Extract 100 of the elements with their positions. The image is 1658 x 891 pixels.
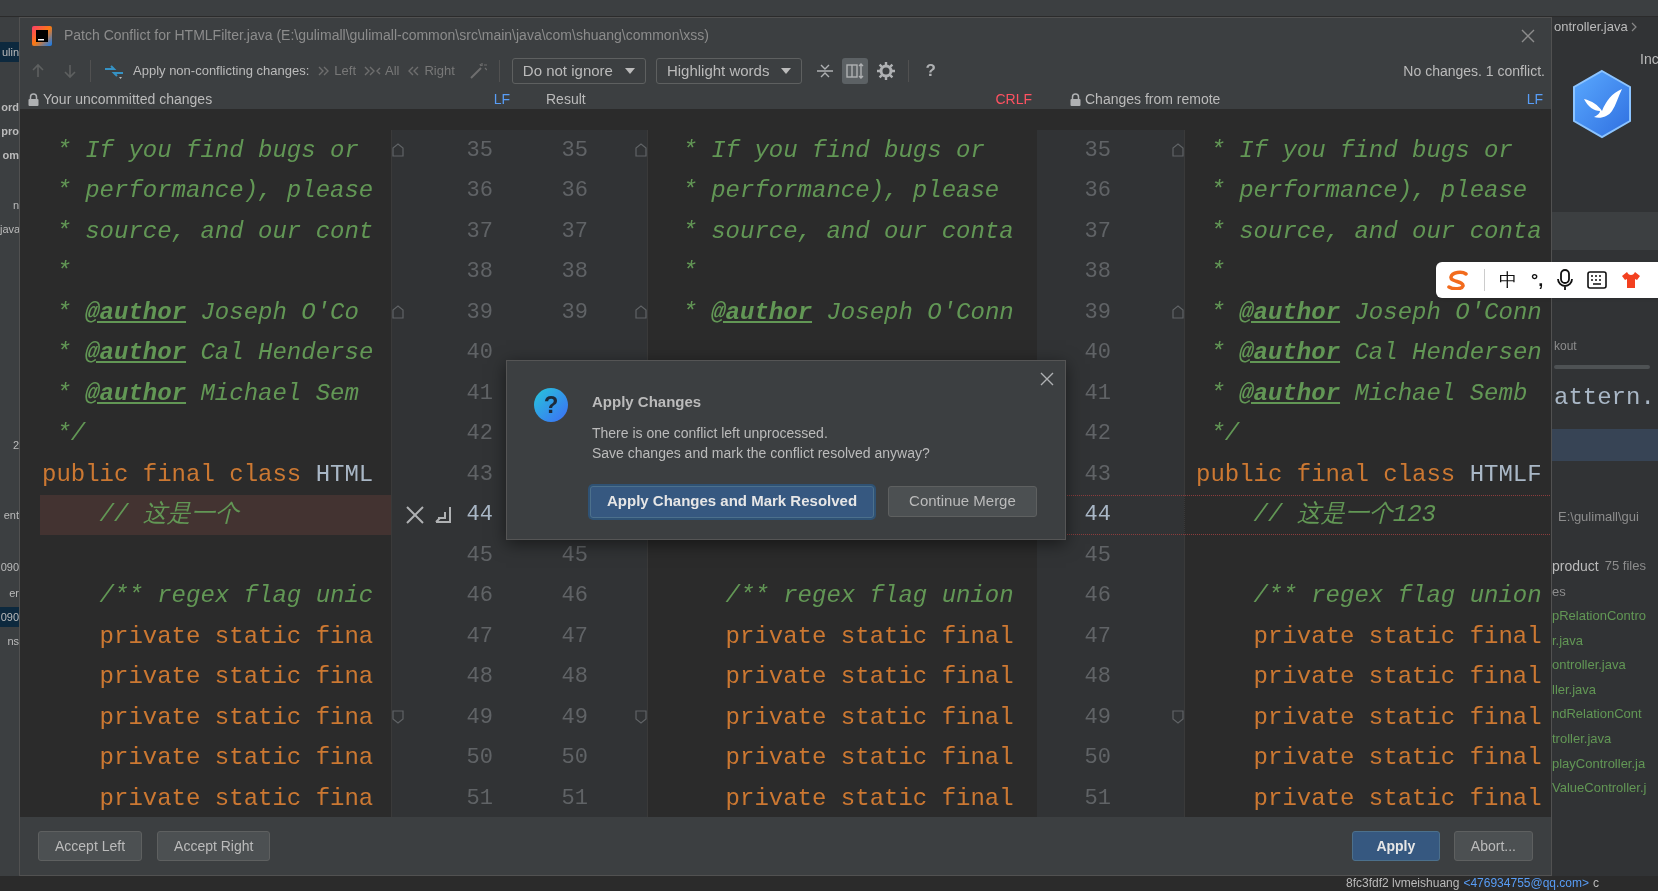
accept-left-button[interactable]: Accept Left [38, 831, 143, 861]
merge-status: No changes. 1 conflict. [1403, 61, 1545, 81]
shirt-icon[interactable] [1621, 271, 1642, 289]
fold-marker-icon[interactable] [1172, 305, 1184, 320]
fold-marker-icon[interactable] [635, 305, 647, 320]
panel-label: Inc [1640, 50, 1658, 69]
dropdown[interactable]: Do not ignore [511, 58, 646, 84]
code-line: * @author Joseph O'Co [55, 297, 359, 328]
dialog-message: Save changes and mark the conflict resolved anyway? [592, 443, 931, 463]
chevron-right-icon [1629, 22, 1638, 32]
changed-file[interactable]: playController.ja [1552, 753, 1646, 774]
accept-right-button[interactable]: Accept Right [157, 831, 271, 861]
code-line: * performance), please [55, 176, 374, 207]
help-button[interactable]: ? [921, 58, 940, 84]
sogou-logo-icon[interactable] [1446, 270, 1470, 290]
line-number: 44 [465, 501, 493, 530]
double-chevron-icon [364, 64, 382, 78]
code-line: * [1209, 257, 1225, 288]
punctuation-toggle[interactable]: °, [1531, 266, 1544, 294]
changed-file[interactable]: troller.java [1552, 729, 1612, 749]
code-line: */ [55, 419, 86, 450]
tree-item[interactable]: n [0, 195, 19, 215]
pane-title: Result [546, 90, 586, 109]
changed-file[interactable]: ontroller.java [1552, 655, 1626, 675]
window-title: Patch Conflict for HTMLFilter.java (E:\gulimall\gulimall-common\src\main\java\com\shuang\common\xss) [64, 26, 709, 45]
code-line: * [681, 257, 697, 288]
fold-marker-icon[interactable] [1172, 143, 1184, 158]
code-line: // 这是一个 [98, 500, 239, 531]
microphone-icon[interactable] [1557, 269, 1574, 291]
line-separator-label[interactable]: LF [1526, 89, 1543, 109]
changed-file[interactable]: ndRelationCont [1552, 704, 1642, 724]
code-line: private static final [1252, 662, 1542, 693]
line-separator-label[interactable]: LF [493, 89, 510, 109]
fold-marker-icon[interactable] [392, 143, 404, 158]
code-line: private static final [1252, 702, 1542, 733]
tree-item[interactable]: 2 [0, 435, 19, 455]
code-line: private static final [1252, 621, 1542, 652]
code-line: * @author Joseph O'Conn [681, 297, 1014, 328]
continue-merge-button[interactable]: Continue Merge [888, 485, 1037, 517]
line-separator-label[interactable]: CRLF [995, 89, 1032, 109]
tree-item[interactable]: ord [0, 97, 19, 117]
tree-item[interactable]: ulin [0, 42, 19, 62]
code-line: /** regex flag union [1252, 581, 1542, 612]
tree-item[interactable]: er [0, 583, 19, 603]
arrow-up-icon[interactable] [30, 63, 46, 79]
code-line: // 这是一个123 [1252, 500, 1437, 531]
close-icon[interactable] [1521, 28, 1535, 43]
tree-item[interactable]: om [0, 145, 19, 165]
tree-item[interactable]: ns [0, 631, 19, 651]
code-line: private static fina [98, 702, 374, 733]
code-line: * @author Cal Henderse [55, 338, 374, 369]
dialog-message: There is one conflict left unprocessed. [592, 423, 829, 443]
double-chevron-icon [407, 64, 421, 78]
apply-resolved-button[interactable]: Apply Changes and Mark Resolved [590, 485, 875, 518]
close-icon[interactable] [1040, 372, 1054, 386]
apply-arrow-icon[interactable] [434, 505, 452, 524]
side-by-side-toggle[interactable] [842, 58, 869, 84]
changed-file[interactable]: r.java [1552, 630, 1584, 651]
fold-marker-icon[interactable] [1172, 710, 1184, 725]
arrow-down-icon[interactable] [62, 63, 78, 79]
tree-item[interactable]: java [0, 219, 19, 239]
tree-item[interactable]: ent [0, 505, 19, 525]
code-line: private static fina [98, 621, 374, 652]
abort-button[interactable]: Abort... [1453, 831, 1533, 861]
keyboard-icon[interactable] [1587, 271, 1608, 289]
code-line: * If you find bugs or [681, 135, 985, 166]
code-line: private static fina [98, 743, 374, 774]
code-line: private static final [724, 783, 1014, 814]
code-line: * source, and our cont [55, 216, 374, 247]
tree-item[interactable]: 090 [0, 607, 19, 627]
fold-marker-icon[interactable] [392, 305, 404, 320]
code-line: /** regex flag union [724, 581, 1014, 612]
email-link[interactable]: <476934755@qq.com> [1463, 876, 1590, 891]
close-icon[interactable] [406, 505, 424, 524]
line-number: 44 [1083, 501, 1111, 530]
bird-logo-icon [1570, 69, 1634, 139]
changed-file[interactable]: pRelationContro [1552, 606, 1646, 626]
editor-tab[interactable]: ontroller.java [1554, 17, 1628, 37]
question-icon: ? [534, 388, 568, 422]
changed-file[interactable]: ller.java [1552, 679, 1597, 700]
fold-marker-icon[interactable] [635, 143, 647, 158]
commit-author: 8fc3fdf2 lvmeishuang [1346, 876, 1460, 891]
collapse-icon[interactable] [816, 62, 835, 80]
section-label: kout [1554, 338, 1577, 355]
code-line: * @author Joseph O'Conn [1209, 297, 1542, 328]
input-mode-toggle[interactable]: 中 [1499, 266, 1517, 294]
code-line: * performance), please [1209, 176, 1528, 207]
settings-icon[interactable] [876, 61, 897, 81]
code-line: private static fina [98, 783, 374, 814]
changed-file[interactable]: ValueController.j [1552, 778, 1647, 798]
code-line: /** regex flag unic [98, 581, 374, 612]
tree-item[interactable]: 090 [0, 557, 19, 577]
dropdown[interactable]: Highlight words [655, 58, 803, 84]
apply-button[interactable]: Apply [1351, 831, 1440, 861]
code-line: */ [1209, 419, 1240, 450]
fold-marker-icon[interactable] [392, 710, 404, 725]
code-line: * If you find bugs or [1209, 135, 1513, 166]
fold-marker-icon[interactable] [635, 710, 647, 725]
magic-wand-icon[interactable] [468, 62, 487, 80]
tree-item[interactable]: pro [0, 121, 19, 141]
